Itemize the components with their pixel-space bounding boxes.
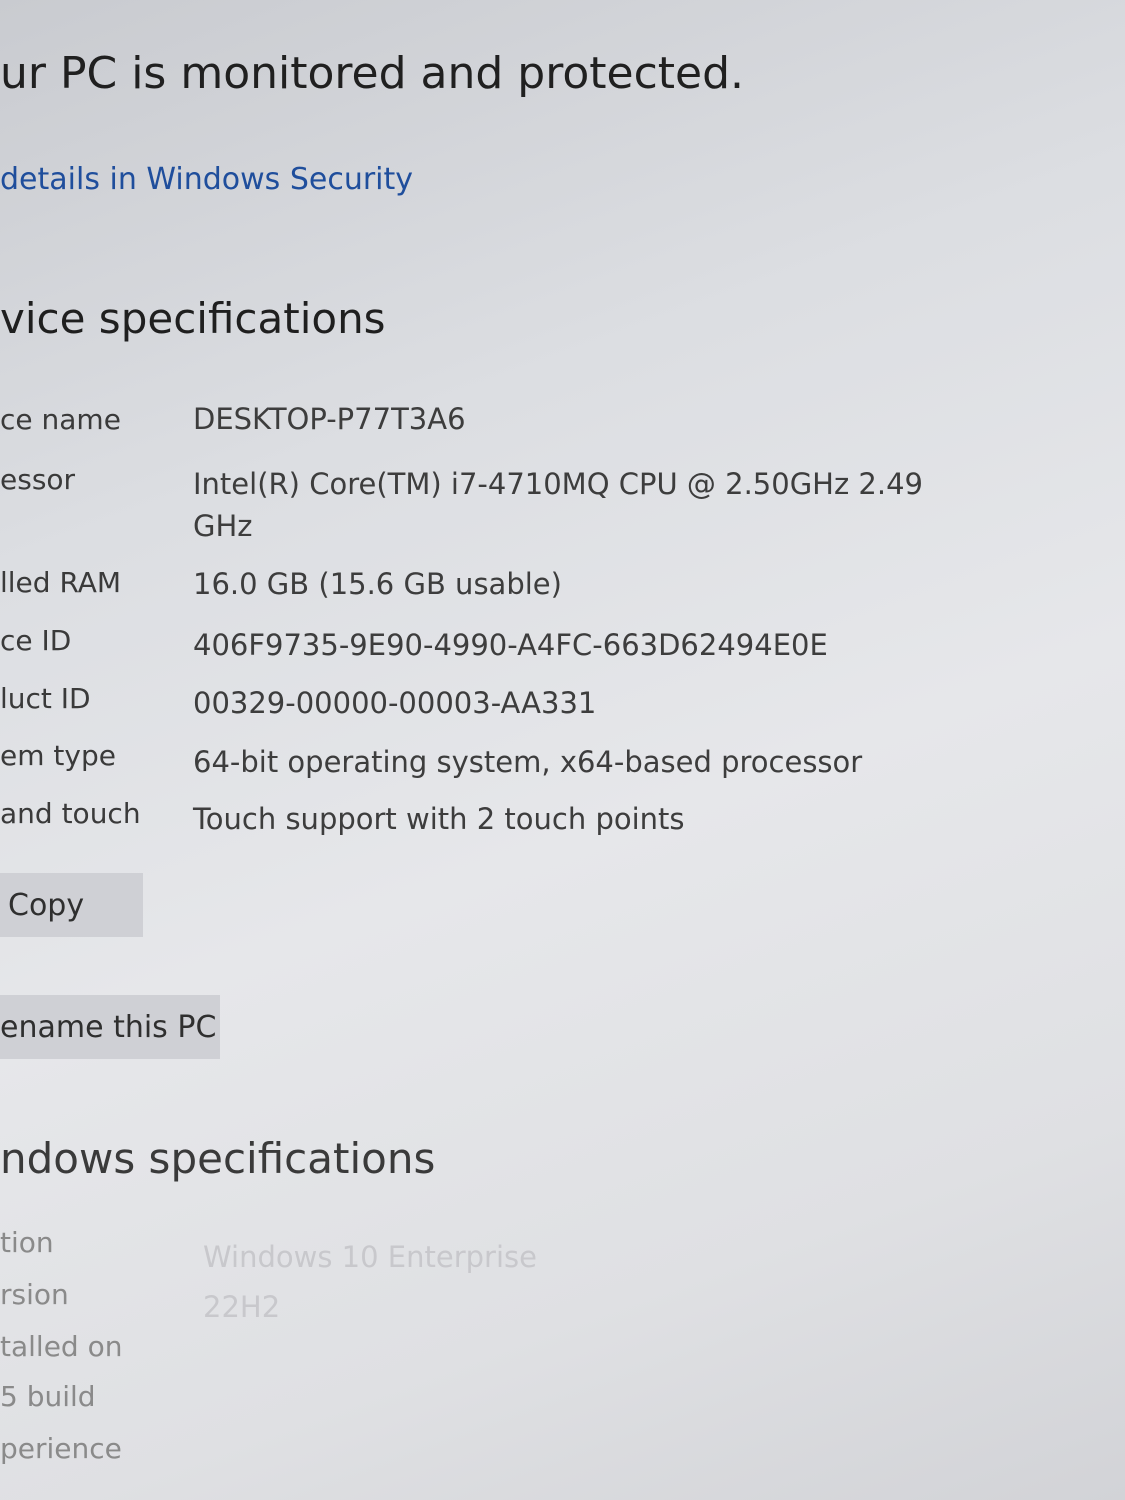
installed-ram-label: lled RAM	[0, 566, 122, 599]
processor-label: essor	[0, 463, 76, 496]
system-about-page: ur PC is monitored and protected. detail…	[0, 0, 1125, 1500]
security-status-title: ur PC is monitored and protected.	[0, 48, 745, 99]
system-type-value: 64-bit operating system, x64-based proce…	[193, 745, 863, 779]
product-id-value: 00329-00000-00003-AA331	[193, 686, 597, 720]
pen-and-touch-label: and touch	[0, 797, 141, 830]
version-label: rsion	[0, 1278, 69, 1311]
os-build-label: 5 build	[0, 1380, 96, 1413]
copy-button-label: Copy	[8, 887, 85, 923]
system-type-label: em type	[0, 739, 116, 772]
experience-label: perience	[0, 1432, 122, 1465]
processor-value: Intel(R) Core(TM) i7-4710MQ CPU @ 2.50GH…	[193, 467, 923, 543]
copy-button[interactable]: Copy	[0, 873, 143, 937]
installed-ram-value: 16.0 GB (15.6 GB usable)	[193, 567, 562, 601]
rename-pc-button[interactable]: ename this PC	[0, 995, 220, 1059]
edition-value: Windows 10 Enterprise	[203, 1240, 537, 1274]
rename-pc-button-label: ename this PC	[0, 1009, 217, 1045]
device-id-label: ce ID	[0, 624, 72, 657]
installed-on-label: talled on	[0, 1330, 123, 1363]
pen-and-touch-value: Touch support with 2 touch points	[193, 802, 685, 836]
device-name-value: DESKTOP-P77T3A6	[193, 402, 466, 436]
device-name-label: ce name	[0, 403, 121, 436]
windows-security-link[interactable]: details in Windows Security	[0, 162, 413, 197]
device-id-value: 406F9735-9E90-4990-A4FC-663D62494E0E	[193, 628, 828, 662]
edition-label: tion	[0, 1226, 54, 1259]
product-id-label: luct ID	[0, 682, 91, 715]
version-value: 22H2	[203, 1290, 281, 1324]
windows-specifications-heading: ndows specifications	[0, 1134, 436, 1183]
device-specifications-heading: vice specifications	[0, 294, 386, 343]
